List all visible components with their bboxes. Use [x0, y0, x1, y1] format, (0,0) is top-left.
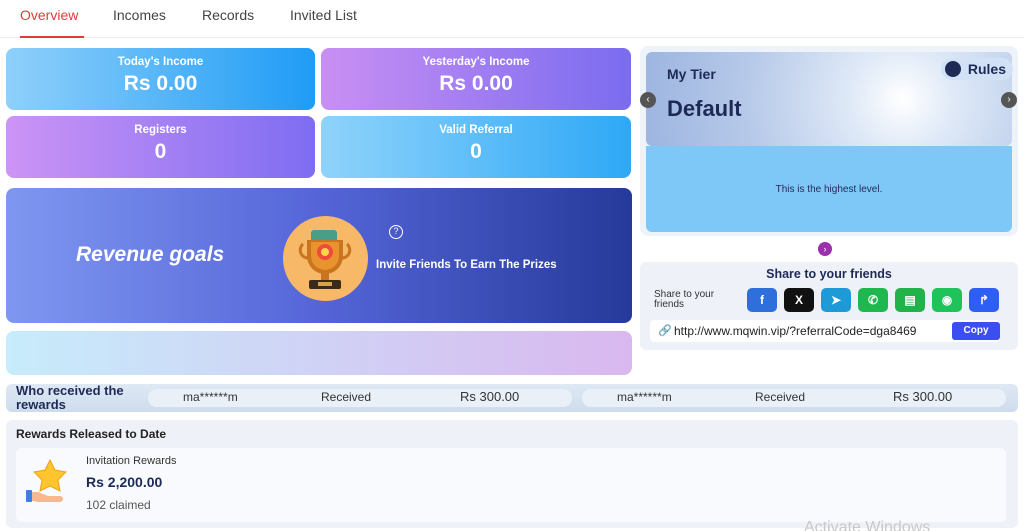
- tier-header: My Tier Default Rules: [646, 52, 1013, 146]
- valid-referral-card: Valid Referral 0: [321, 116, 631, 178]
- share-forward-icon[interactable]: ↱: [969, 288, 999, 312]
- tier-name: Default: [667, 96, 742, 121]
- rewards-released-panel: Rewards Released to Date Invitation Rewa…: [6, 420, 1018, 528]
- share-panel: Share to your friends Share to your frie…: [640, 262, 1018, 350]
- valid-referral-value: 0: [470, 140, 482, 163]
- referral-url: http://www.mqwin.vip/?referralCode=dga84…: [674, 324, 917, 338]
- tier-card: My Tier Default Rules ‹ › This is the hi…: [640, 46, 1018, 236]
- invitation-rewards-label: Invitation Rewards: [86, 455, 177, 467]
- tab-records[interactable]: Records: [202, 0, 254, 38]
- line-icon[interactable]: ◉: [932, 288, 962, 312]
- registers-card: Registers 0: [6, 116, 315, 178]
- tab-invited-list[interactable]: Invited List: [290, 0, 357, 38]
- ticker-status: Received: [755, 390, 806, 404]
- trophy-icon: [283, 216, 368, 301]
- yesterday-income-card: Yesterday's Income Rs 0.00: [321, 48, 631, 110]
- claimed-count: 102 claimed: [86, 498, 151, 512]
- help-icon[interactable]: ?: [389, 225, 403, 239]
- tab-bar: Overview Incomes Records Invited List: [0, 0, 1024, 38]
- share-subtitle: Share to your friends: [654, 289, 715, 310]
- invite-friends-text: Invite Friends To Earn The Prizes: [376, 259, 557, 271]
- yesterday-income-label: Yesterday's Income: [422, 56, 530, 68]
- link-icon: 🔗: [658, 325, 672, 337]
- tab-overview[interactable]: Overview: [20, 0, 84, 38]
- next-arrow-icon[interactable]: ›: [1001, 92, 1017, 108]
- x-icon[interactable]: X: [784, 288, 814, 312]
- invitation-rewards-amount: Rs 2,200.00: [86, 474, 163, 490]
- activate-windows-watermark: Activate Windows: [804, 519, 931, 531]
- my-tier-label: My Tier: [667, 66, 716, 82]
- copy-button[interactable]: Copy: [952, 322, 1000, 340]
- valid-referral-label: Valid Referral: [439, 124, 513, 136]
- prev-arrow-icon[interactable]: ‹: [640, 92, 656, 108]
- facebook-icon[interactable]: f: [747, 288, 777, 312]
- today-income-value: Rs 0.00: [123, 72, 198, 95]
- telegram-icon[interactable]: ➤: [821, 288, 851, 312]
- whatsapp-icon[interactable]: ✆: [858, 288, 888, 312]
- ticker-amount: Rs 300.00: [460, 389, 520, 404]
- rules-label: Rules: [967, 61, 1006, 77]
- referral-link-field[interactable]: 🔗 http://www.mqwin.vip/?referralCode=dga…: [650, 320, 1000, 342]
- share-title: Share to your friends: [766, 267, 892, 281]
- rewards-released-title: Rewards Released to Date: [16, 427, 167, 441]
- registers-value: 0: [154, 140, 167, 163]
- ticker-status: Received: [321, 390, 372, 404]
- registers-label: Registers: [134, 124, 187, 136]
- revenue-goals-title: Revenue goals: [76, 243, 225, 266]
- rewards-ticker: Who received the rewards ma******m Recei…: [6, 384, 1018, 412]
- rules-button[interactable]: Rules: [941, 58, 1013, 80]
- today-income-label: Today's Income: [117, 56, 204, 68]
- tier-message: This is the highest level.: [775, 184, 883, 195]
- who-received-label: Who received the rewards: [16, 383, 124, 412]
- gradient-strip: [6, 331, 632, 375]
- today-income-card: Today's Income Rs 0.00: [6, 48, 315, 110]
- ticker-user: ma******m: [617, 390, 672, 404]
- tier-body: This is the highest level.: [646, 146, 1012, 232]
- sms-icon[interactable]: ▤: [895, 288, 925, 312]
- invitation-rewards-card: Invitation Rewards Rs 2,200.00 102 claim…: [16, 448, 1006, 522]
- ticker-amount: Rs 300.00: [893, 389, 953, 404]
- ticker-user: ma******m: [183, 390, 238, 404]
- star-hand-icon: [26, 458, 70, 506]
- yesterday-income-value: Rs 0.00: [439, 72, 513, 95]
- rules-icon: [945, 61, 961, 77]
- revenue-goals-banner[interactable]: Revenue goals ? Invite Friends To Earn T…: [6, 188, 632, 323]
- tab-incomes[interactable]: Incomes: [113, 0, 166, 38]
- pager-arrow-icon[interactable]: ›: [818, 242, 832, 256]
